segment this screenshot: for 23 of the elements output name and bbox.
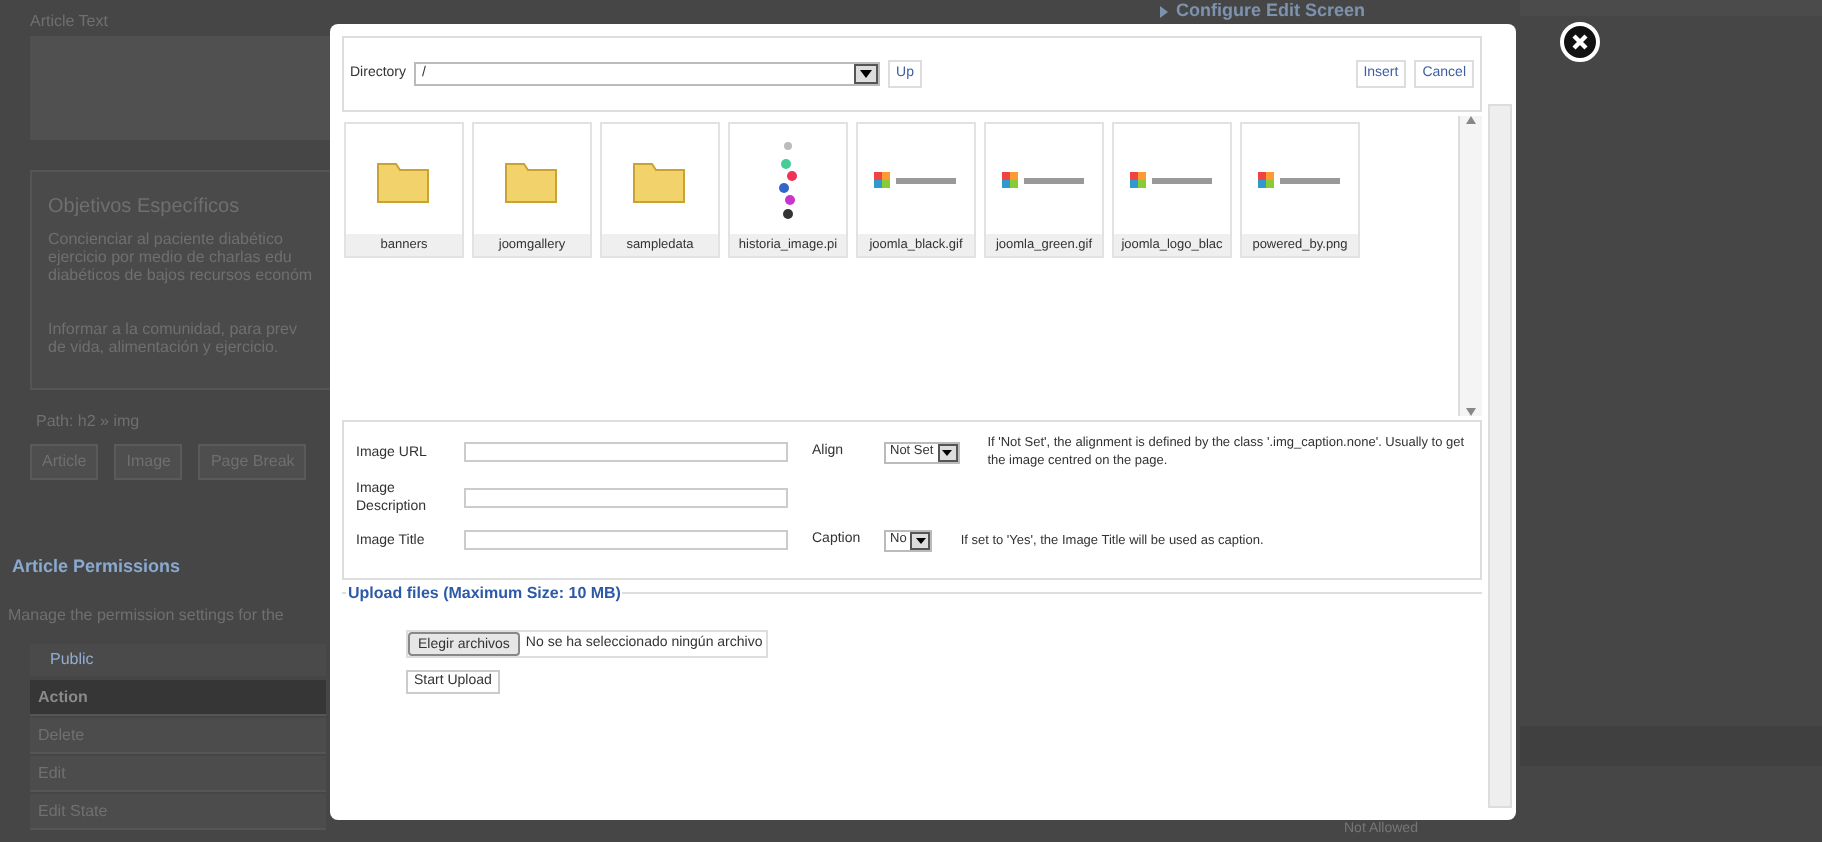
beads-drawing (778, 139, 798, 219)
column-header: Action (30, 680, 326, 716)
scrollbar[interactable] (1488, 104, 1512, 808)
logo-drawing (1128, 167, 1216, 191)
dropdown-icon (854, 64, 879, 84)
group-header[interactable]: Public (30, 644, 326, 676)
scroll-up-icon[interactable] (1466, 116, 1476, 124)
close-button[interactable] (1560, 22, 1600, 62)
scrollbar[interactable] (1458, 116, 1482, 416)
logo-drawing (1256, 167, 1344, 191)
input-field[interactable] (464, 442, 788, 462)
input-field[interactable] (464, 530, 788, 550)
dropdown-icon (937, 443, 958, 461)
panel-title: Configure Edit Screen (1176, 0, 1366, 22)
section-title[interactable]: Article Permissions (12, 554, 181, 581)
logo-drawing (1000, 167, 1088, 191)
upload-legend: Upload files (Maximum Size: 10 MB) (346, 582, 623, 606)
triangle-icon (1160, 6, 1168, 18)
dropdown-icon (910, 531, 931, 549)
scroll-down-icon[interactable] (1466, 408, 1476, 416)
logo-drawing (872, 167, 960, 191)
input-field[interactable] (464, 488, 788, 508)
close-icon (1570, 32, 1590, 52)
